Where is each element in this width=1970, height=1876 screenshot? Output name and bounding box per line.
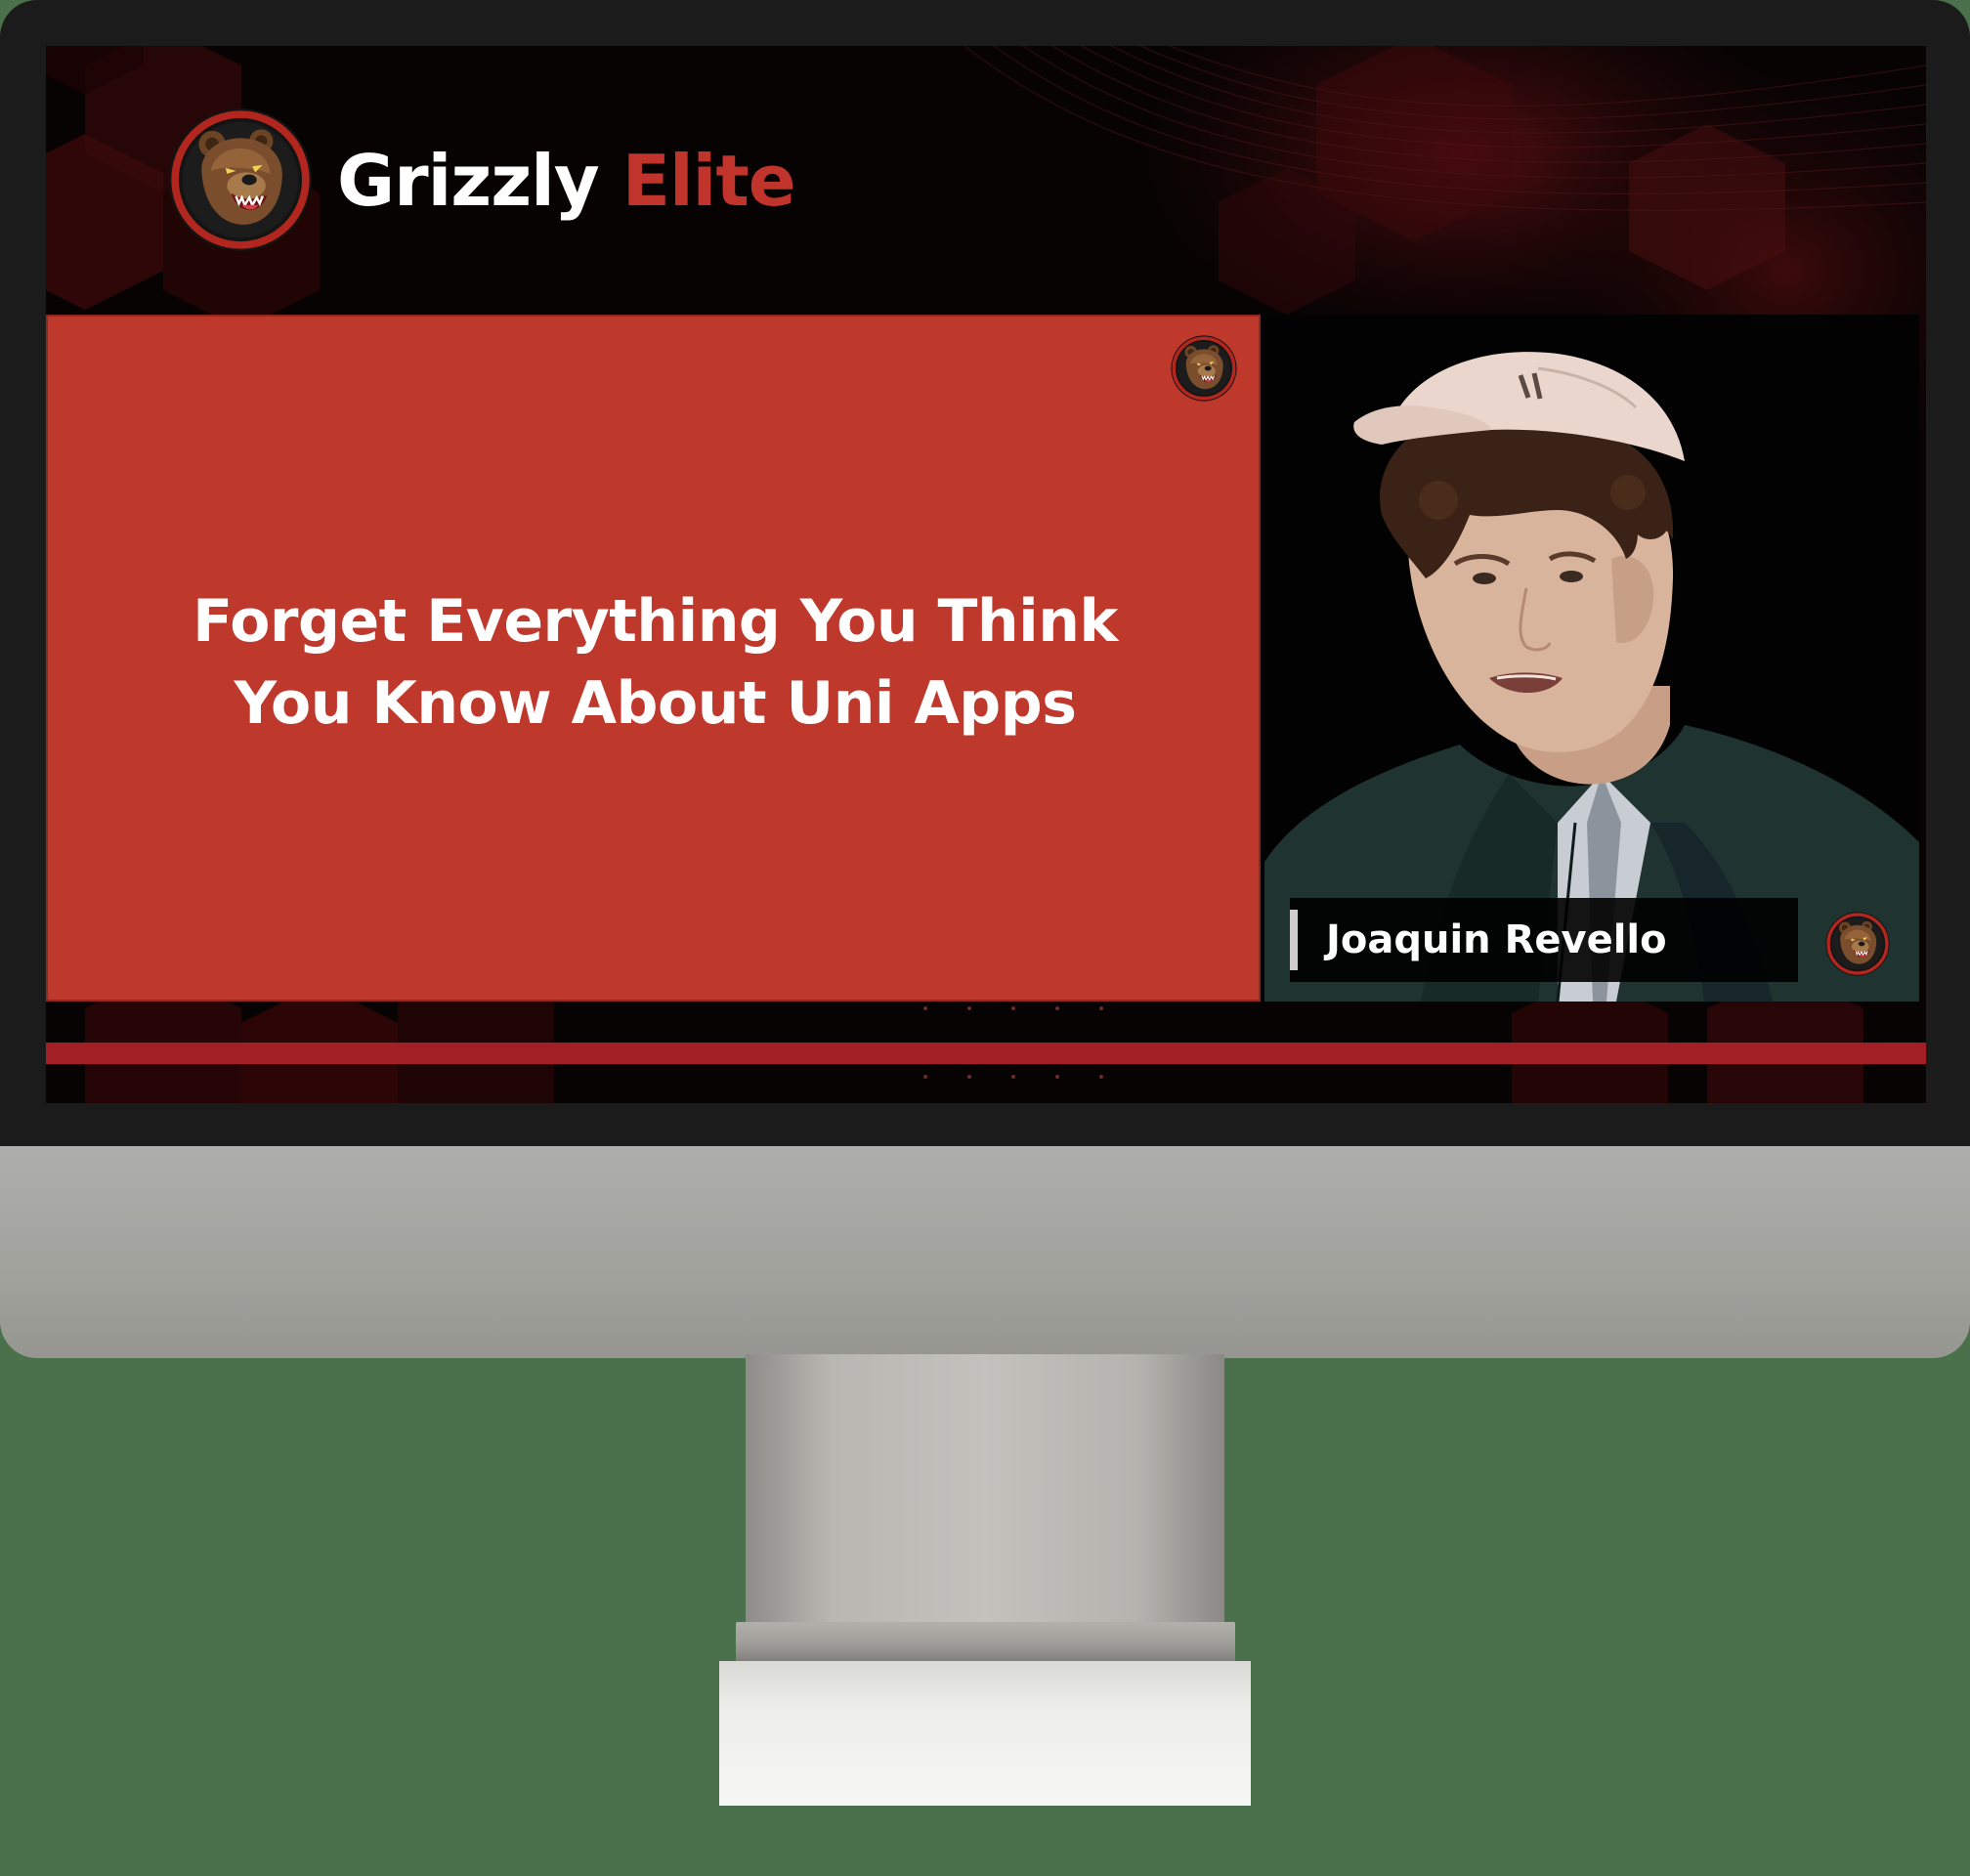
webcam-feed: Joaquin Revello — [1264, 315, 1919, 1002]
slide-title: Forget Everything You Think You Know Abo… — [107, 580, 1204, 745]
brand-name-second: Elite — [621, 140, 796, 222]
brand-name-first: Grizzly — [337, 140, 600, 222]
grizzly-bear-logo-icon — [1824, 911, 1891, 977]
monitor-stand-base — [719, 1661, 1251, 1806]
slide-title-line-1: Forget Everything You Think — [193, 587, 1118, 656]
screen: Grizzly Elite Forget Everything You Thin… — [46, 46, 1926, 1103]
brand-name: Grizzly Elite — [337, 138, 796, 224]
grizzly-bear-logo-icon — [1170, 334, 1238, 403]
monitor-stand-lip — [736, 1622, 1235, 1663]
nameplate-accent-bar — [1290, 910, 1298, 970]
presentation-slide: Forget Everything You Think You Know Abo… — [46, 315, 1261, 1002]
grizzly-bear-logo-icon — [166, 106, 315, 254]
slide-title-line-2: You Know About Uni Apps — [234, 669, 1077, 738]
presenter-nameplate: Joaquin Revello — [1290, 898, 1798, 982]
monitor-chin — [0, 1146, 1970, 1358]
monitor-stand-neck — [746, 1354, 1224, 1630]
presenter-name: Joaquin Revello — [1326, 917, 1667, 962]
bottom-accent-bar — [46, 1043, 1926, 1064]
